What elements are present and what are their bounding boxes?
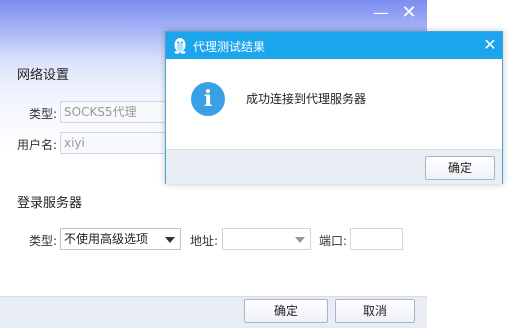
- dialog-title: 代理测试结果: [193, 40, 266, 54]
- proxy-type-field[interactable]: SOCKS5代理: [60, 101, 180, 123]
- dialog-body: i 成功连接到代理服务器: [166, 59, 502, 149]
- qq-penguin-icon: [173, 37, 187, 57]
- minimize-button[interactable]: —: [370, 3, 392, 23]
- dialog-message: 成功连接到代理服务器: [246, 92, 367, 106]
- address-select[interactable]: [222, 228, 311, 250]
- address-label: 地址:: [190, 234, 219, 248]
- chevron-down-icon: [165, 237, 175, 243]
- proxy-type-label: 类型:: [29, 107, 58, 121]
- login-server-title: 登录服务器: [17, 196, 83, 211]
- login-type-value: 不使用高级选项: [64, 232, 149, 246]
- dialog-close-button[interactable]: ✕: [480, 35, 500, 55]
- settings-ok-button[interactable]: 确定: [244, 299, 328, 323]
- port-label: 端口:: [319, 234, 348, 248]
- chevron-down-icon: [295, 237, 305, 243]
- port-input[interactable]: [350, 228, 403, 250]
- settings-cancel-button[interactable]: 取消: [335, 299, 415, 323]
- dialog-ok-button[interactable]: 确定: [425, 156, 495, 180]
- close-button[interactable]: ✕: [398, 3, 420, 23]
- network-settings-title: 网络设置: [17, 68, 70, 83]
- info-icon: i: [191, 82, 225, 116]
- username-label: 用户名:: [17, 138, 58, 152]
- proxy-test-dialog: 代理测试结果 ✕ i 成功连接到代理服务器 确定: [165, 31, 503, 184]
- dialog-footer: 确定: [166, 149, 502, 184]
- username-field[interactable]: xiyi: [60, 132, 180, 154]
- dialog-titlebar: 代理测试结果 ✕: [166, 32, 502, 59]
- login-type-select[interactable]: 不使用高级选项: [60, 228, 181, 250]
- login-type-label: 类型:: [29, 234, 58, 248]
